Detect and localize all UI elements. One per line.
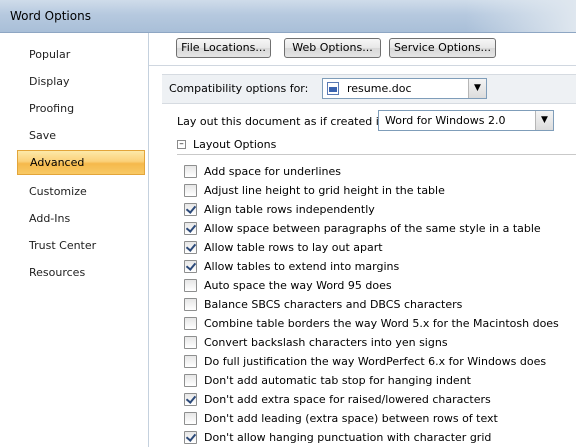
checkbox-unchecked[interactable] (184, 184, 197, 197)
sidebar-item-label: Customize (29, 185, 87, 198)
layout-option-row[interactable]: Don't add extra space for raised/lowered… (184, 392, 576, 408)
checkbox-unchecked[interactable] (184, 317, 197, 330)
layout-option-label: Add space for underlines (204, 165, 341, 178)
chevron-down-icon[interactable]: ▼ (468, 79, 486, 98)
separator (149, 65, 576, 66)
layout-option-row[interactable]: Balance SBCS characters and DBCS charact… (184, 297, 576, 313)
layout-version-value: Word for Windows 2.0 (385, 114, 506, 127)
layout-option-label: Balance SBCS characters and DBCS charact… (204, 298, 463, 311)
checkbox-unchecked[interactable] (184, 374, 197, 387)
checkbox-unchecked[interactable] (184, 279, 197, 292)
compatibility-label: Compatibility options for: (169, 82, 309, 95)
layout-option-label: Do full justification the way WordPerfec… (204, 355, 547, 368)
checkbox-checked[interactable] (184, 203, 197, 216)
layout-as-label: Lay out this document as if created in: (177, 115, 390, 128)
layout-option-label: Allow table rows to lay out apart (204, 241, 383, 254)
layout-option-label: Auto space the way Word 95 does (204, 279, 392, 292)
checkbox-checked[interactable] (184, 260, 197, 273)
layout-option-row[interactable]: Don't add leading (extra space) between … (184, 411, 576, 427)
sidebar-item-label: Popular (29, 48, 71, 61)
layout-option-label: Don't add extra space for raised/lowered… (204, 393, 491, 406)
sidebar-item-advanced[interactable]: Advanced (17, 150, 145, 175)
compatibility-document-value: resume.doc (347, 82, 412, 95)
layout-option-row[interactable]: Allow space between paragraphs of the sa… (184, 221, 576, 237)
layout-option-row[interactable]: Auto space the way Word 95 does (184, 278, 576, 294)
layout-option-row[interactable]: Convert backslash characters into yen si… (184, 335, 576, 351)
sidebar-item-label: Proofing (29, 102, 75, 115)
checkbox-unchecked[interactable] (184, 298, 197, 311)
layout-option-row[interactable]: Adjust line height to grid height in the… (184, 183, 576, 199)
layout-option-label: Convert backslash characters into yen si… (204, 336, 448, 349)
layout-option-label: Allow space between paragraphs of the sa… (204, 222, 541, 235)
title-bar-blur (466, 0, 576, 32)
checkbox-unchecked[interactable] (184, 165, 197, 178)
compatibility-row: Compatibility options for: resume.doc ▼ (162, 74, 576, 104)
layout-option-label: Don't allow hanging punctuation with cha… (204, 431, 492, 444)
checkbox-unchecked[interactable] (184, 355, 197, 368)
layout-option-label: Allow tables to extend into margins (204, 260, 400, 273)
sidebar-item-display[interactable]: Display (17, 69, 145, 94)
word-document-icon (327, 82, 339, 95)
layout-option-label: Don't add automatic tab stop for hanging… (204, 374, 471, 387)
title-bar[interactable]: Word Options (0, 0, 576, 33)
checkbox-checked[interactable] (184, 431, 197, 444)
service-options-button[interactable]: Service Options... (389, 38, 496, 58)
layout-options-title: Layout Options (193, 138, 277, 151)
file-locations-button[interactable]: File Locations... (176, 38, 271, 58)
chevron-down-icon[interactable]: ▼ (535, 111, 553, 130)
sidebar-item-add-ins[interactable]: Add-Ins (17, 206, 145, 231)
sidebar-item-customize[interactable]: Customize (17, 179, 145, 204)
layout-option-row[interactable]: Align table rows independently (184, 202, 576, 218)
layout-option-row[interactable]: Allow table rows to lay out apart (184, 240, 576, 256)
layout-option-row[interactable]: Allow tables to extend into margins (184, 259, 576, 275)
compatibility-document-select[interactable]: resume.doc ▼ (322, 78, 487, 99)
sidebar-item-label: Save (29, 129, 57, 142)
checkbox-checked[interactable] (184, 222, 197, 235)
sidebar-item-label: Display (29, 75, 70, 88)
layout-option-row[interactable]: Don't add automatic tab stop for hanging… (184, 373, 576, 389)
sidebar-item-resources[interactable]: Resources (17, 260, 145, 285)
section-divider (177, 154, 576, 155)
checkbox-checked[interactable] (184, 393, 197, 406)
window-title: Word Options (10, 9, 91, 23)
sidebar: Popular Display Proofing Save Advanced C… (9, 33, 149, 447)
layout-option-label: Combine table borders the way Word 5.x f… (204, 317, 559, 330)
layout-option-label: Don't add leading (extra space) between … (204, 412, 498, 425)
web-options-button[interactable]: Web Options... (284, 38, 381, 58)
advanced-options-panel[interactable]: File Locations... Web Options... Service… (149, 33, 576, 447)
layout-option-label: Align table rows independently (204, 203, 375, 216)
sidebar-item-label: Trust Center (29, 239, 97, 252)
sidebar-item-save[interactable]: Save (17, 123, 145, 148)
layout-option-row[interactable]: Don't allow hanging punctuation with cha… (184, 430, 576, 446)
sidebar-item-trust-center[interactable]: Trust Center (17, 233, 145, 258)
layout-option-label: Adjust line height to grid height in the… (204, 184, 445, 197)
layout-options-header[interactable]: – Layout Options (177, 138, 576, 155)
layout-option-row[interactable]: Combine table borders the way Word 5.x f… (184, 316, 576, 332)
sidebar-item-proofing[interactable]: Proofing (17, 96, 145, 121)
sidebar-item-label: Resources (29, 266, 86, 279)
layout-option-row[interactable]: Do full justification the way WordPerfec… (184, 354, 576, 370)
sidebar-item-label: Add-Ins (29, 212, 71, 225)
collapse-icon[interactable]: – (177, 140, 186, 149)
sidebar-item-label: Advanced (30, 156, 85, 169)
sidebar-item-popular[interactable]: Popular (17, 42, 145, 67)
layout-version-select[interactable]: Word for Windows 2.0 ▼ (378, 110, 554, 131)
checkbox-checked[interactable] (184, 241, 197, 254)
checkbox-unchecked[interactable] (184, 412, 197, 425)
checkbox-unchecked[interactable] (184, 336, 197, 349)
layout-option-row[interactable]: Add space for underlines (184, 164, 576, 180)
